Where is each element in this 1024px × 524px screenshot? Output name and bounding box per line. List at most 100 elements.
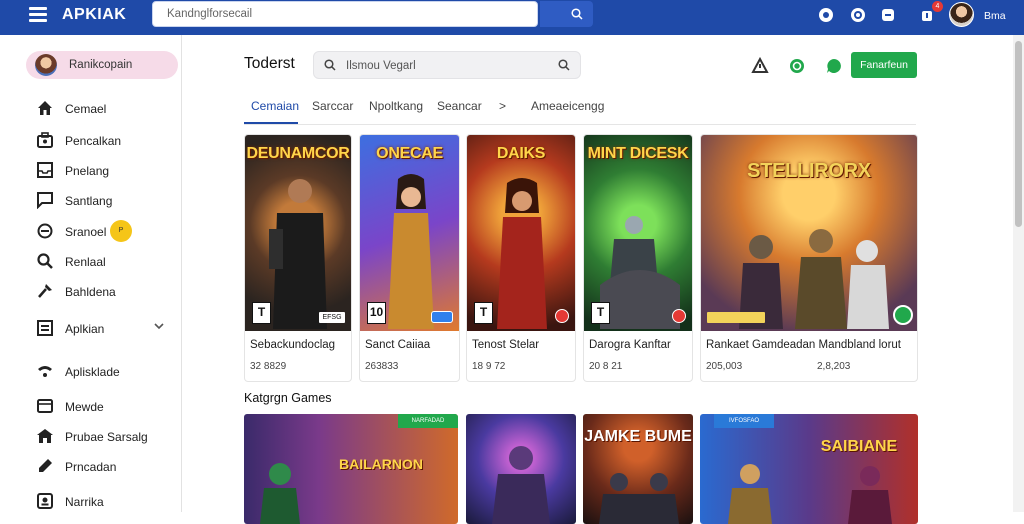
sidebar-item-cloud[interactable]: Aplisklade xyxy=(36,360,176,382)
top-bar: APKIAK Kandnglforsecail 4 Bma xyxy=(0,0,1024,35)
sidebar-item-label: Mewde xyxy=(65,400,104,414)
game-name: Rankaet Gamdeadan Mandbland lorut xyxy=(706,339,901,351)
page-title: Toderst xyxy=(244,55,295,72)
platform-badge xyxy=(672,309,686,323)
cover-title: DAIKS xyxy=(496,145,546,162)
game-name: Darogra Kanftar xyxy=(589,339,671,351)
sidebar-item-inbox[interactable]: Pnelang xyxy=(36,159,176,181)
category-tag: IVFOSFAO xyxy=(714,414,774,428)
tab-sarccar[interactable]: Sarccar xyxy=(312,99,353,113)
inbox-icon xyxy=(37,162,53,178)
category-card[interactable]: BAILARNON NARFADAD xyxy=(244,414,458,524)
global-search-input[interactable]: Kandnglforsecail xyxy=(152,1,538,27)
game-download-count: 263833 xyxy=(365,361,399,372)
character-group xyxy=(728,464,892,524)
game-card[interactable]: DEUNAMCOR T EFSG Sebackundoclag 32 8829 xyxy=(244,134,352,382)
game-cover: STELLIRORX xyxy=(701,135,917,331)
age-rating-badge: T xyxy=(252,302,271,324)
game-download-count: 205,003 xyxy=(706,361,743,372)
sidebar-item-profile[interactable]: Narrika xyxy=(36,490,176,512)
sidebar-item-label: Aplisklade xyxy=(65,365,120,379)
primary-action-button[interactable]: Fanarfeun xyxy=(851,52,917,78)
game-download-count-secondary: 2,8,203 xyxy=(817,361,851,372)
notification-badge: 4 xyxy=(932,1,943,12)
category-card-title: SAIBIANE xyxy=(820,438,898,455)
refresh-icon[interactable] xyxy=(788,57,806,75)
game-cover: DAIKS T xyxy=(467,135,575,331)
game-card[interactable]: ONECAE 10 Sanct Caiiaa 263833 xyxy=(359,134,460,382)
profile-pill[interactable]: Ranikcopain xyxy=(26,51,178,79)
user-avatar[interactable] xyxy=(949,2,974,27)
main-content: Toderst Ilsmou Vegarl Fanarfeun Cemaian … xyxy=(183,35,1013,524)
publisher-badge xyxy=(707,312,765,323)
sidebar-item-label: Cemael xyxy=(65,102,107,116)
search-placeholder: Kandnglforsecail xyxy=(167,8,253,20)
search-icon xyxy=(324,59,336,71)
cover-title: DEUNAMCOR xyxy=(246,145,350,162)
sidebar-item-window[interactable]: Mewde xyxy=(36,395,176,417)
character-figure xyxy=(492,446,550,524)
sidebar-item-chat[interactable]: Santlang xyxy=(36,189,176,211)
tab-npoltkang[interactable]: Npoltkang xyxy=(369,99,423,113)
character-group xyxy=(599,473,679,524)
tab-cemaian[interactable]: Cemaian xyxy=(251,99,299,113)
profile-icon xyxy=(37,493,53,509)
platform-badge xyxy=(555,309,569,323)
game-download-count: 20 8 21 xyxy=(589,361,623,372)
alert-icon[interactable] xyxy=(751,57,769,75)
sidebar-item-badge: P xyxy=(110,220,132,242)
cover-title: STELLIRORX xyxy=(747,160,871,182)
game-download-count: 18 9 72 xyxy=(472,361,506,372)
character-figure xyxy=(497,178,547,329)
age-rating-badge: 10 xyxy=(367,302,386,324)
window-icon xyxy=(37,399,53,413)
category-card-title: JAMKE BUME xyxy=(584,428,692,445)
game-card[interactable]: DAIKS T Tenost Stelar 18 9 72 xyxy=(466,134,576,382)
sidebar-item-search[interactable]: Renlaal xyxy=(36,250,176,272)
hammer-icon xyxy=(38,284,52,298)
scrollbar-thumb[interactable] xyxy=(1015,41,1022,227)
active-tab-indicator xyxy=(244,122,298,124)
sidebar-item-apps[interactable]: Aplkian xyxy=(36,317,176,339)
tab-more-arrow[interactable]: > xyxy=(499,99,506,113)
hamburger-icon[interactable] xyxy=(29,7,47,22)
sidebar-item-briefcase[interactable]: Pencalkan xyxy=(36,129,176,151)
sidebar-item-home[interactable]: Cemael xyxy=(36,97,176,119)
circle-icon[interactable] xyxy=(818,7,834,23)
sidebar-item-store[interactable]: Prubae Sarsalg xyxy=(36,425,176,447)
app-logo[interactable]: APKIAK xyxy=(62,6,126,24)
briefcase-icon xyxy=(37,132,53,148)
sidebar-item-pen[interactable]: Prncadan xyxy=(36,455,176,477)
username[interactable]: Bma xyxy=(984,10,1006,22)
message-icon[interactable] xyxy=(825,57,843,75)
search-icon xyxy=(571,8,583,20)
category-card[interactable]: SAIBIANE IVFOSFAO xyxy=(700,414,918,524)
character-figure xyxy=(269,179,327,329)
sidebar-item-label: Narrika xyxy=(65,495,104,509)
game-cover: ONECAE 10 xyxy=(360,135,459,331)
tab-ameaeicengg[interactable]: Ameaeicengg xyxy=(531,99,604,113)
game-name: Sebackundoclag xyxy=(250,339,336,351)
sidebar-item-label: Prncadan xyxy=(65,460,117,474)
search-button[interactable] xyxy=(540,1,593,27)
game-card[interactable]: MINT DICESK T Darogra Kanftar 20 8 21 xyxy=(583,134,693,382)
category-card[interactable] xyxy=(466,414,576,524)
sidebar-item-label: Prubae Sarsalg xyxy=(65,430,148,444)
page-scrollbar[interactable] xyxy=(1013,35,1024,512)
category-card[interactable]: JAMKE BUME xyxy=(583,414,693,524)
target-icon[interactable] xyxy=(850,7,866,23)
sidebar-item-label: Pencalkan xyxy=(65,134,122,148)
grid-icon xyxy=(37,320,53,336)
game-name: Sanct Caiiaa xyxy=(365,339,431,351)
game-card[interactable]: STELLIRORX Rankaet Gamdeadan Mandbland l… xyxy=(700,134,918,382)
tab-seancar[interactable]: Seancar xyxy=(437,99,482,113)
sidebar-item-hammer[interactable]: Bahldena xyxy=(36,280,176,302)
chevron-down-icon[interactable] xyxy=(154,323,164,330)
gamepad-icon[interactable] xyxy=(880,7,896,23)
search-submit-icon[interactable] xyxy=(558,59,570,71)
content-search-input[interactable]: Ilsmou Vegarl xyxy=(313,51,581,79)
publisher-badge: EFSG xyxy=(319,312,345,323)
sidebar-item-link[interactable]: Sranoel P xyxy=(36,220,176,242)
sidebar: Ranikcopain Cemael Pencalkan Pnelang San… xyxy=(0,35,182,512)
section-title: Katgrgn Games xyxy=(244,391,332,405)
